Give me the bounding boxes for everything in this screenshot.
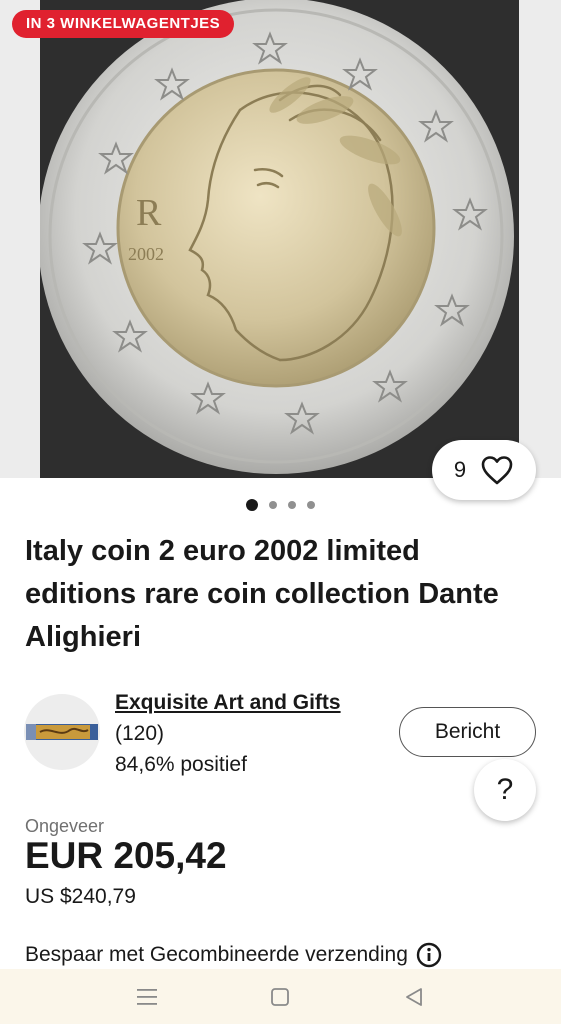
nav-back-button[interactable] bbox=[394, 977, 434, 1017]
nav-recent-apps-button[interactable] bbox=[127, 977, 167, 1017]
watch-button[interactable]: 9 bbox=[432, 440, 536, 500]
carousel-indicator bbox=[0, 499, 561, 511]
carousel-dot[interactable] bbox=[288, 501, 296, 509]
product-photo[interactable]: R 2002 bbox=[40, 0, 519, 478]
carousel-dot[interactable] bbox=[307, 501, 315, 509]
message-seller-button[interactable]: Bericht bbox=[399, 707, 536, 757]
seller-avatar[interactable] bbox=[24, 694, 100, 770]
listing-title: Italy coin 2 euro 2002 limited editions … bbox=[25, 535, 499, 653]
price-approx-label: Ongeveer bbox=[25, 816, 105, 836]
info-icon[interactable] bbox=[416, 942, 442, 968]
help-button[interactable]: ? bbox=[474, 759, 536, 821]
seller-name-link[interactable]: Exquisite Art and Gifts bbox=[115, 691, 341, 715]
combined-shipping-row[interactable]: Bespaar met Gecombineerde verzending bbox=[25, 942, 442, 968]
carousel-dot[interactable] bbox=[269, 501, 277, 509]
price-usd: US $240,79 bbox=[25, 885, 136, 908]
triangle-back-icon bbox=[406, 987, 423, 1006]
square-icon bbox=[271, 987, 290, 1006]
price-main: EUR 205,42 bbox=[25, 835, 227, 876]
watch-count: 9 bbox=[453, 457, 467, 482]
nav-home-button[interactable] bbox=[260, 977, 300, 1017]
heart-icon bbox=[481, 456, 513, 485]
coin-monogram: R bbox=[136, 192, 162, 234]
carousel-dot-active[interactable] bbox=[246, 499, 258, 511]
system-nav-bar bbox=[0, 969, 561, 1024]
cart-count-badge: IN 3 WINKELWAGENTJES bbox=[12, 10, 235, 38]
menu-lines-icon bbox=[136, 988, 157, 1005]
combined-shipping-text: Bespaar met Gecombineerde verzending bbox=[25, 943, 408, 966]
seller-logo bbox=[26, 724, 98, 740]
coin-image: R 2002 bbox=[40, 0, 519, 478]
seller-feedback-score: (120) bbox=[115, 722, 165, 745]
coin-year: 2002 bbox=[128, 244, 164, 264]
seller-positive-feedback: 84,6% positief bbox=[115, 753, 247, 776]
product-image-carousel[interactable]: R 2002 IN 3 WINKELWAGENTJES 9 bbox=[0, 0, 561, 500]
